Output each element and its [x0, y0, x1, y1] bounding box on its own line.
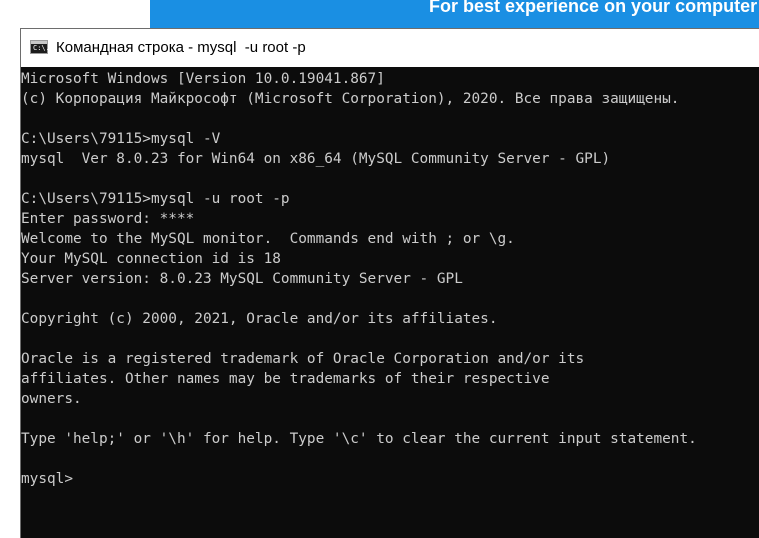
console-line: Oracle is a registered trademark of Orac…	[21, 351, 585, 367]
promo-banner: For best experience on your computer	[150, 0, 759, 28]
command-prompt-window[interactable]: C:\. Командная строка - mysql -u root -p…	[20, 28, 759, 538]
banner-text: For best experience on your computer	[429, 0, 758, 16]
console-line: Type 'help;' or '\h' for help. Type '\c'…	[21, 431, 697, 447]
console-line: Server version: 8.0.23 MySQL Community S…	[21, 271, 463, 287]
console-line: affiliates. Other names may be trademark…	[21, 371, 550, 387]
console-line: C:\Users\79115>mysql -u root -p	[21, 191, 290, 207]
console-output[interactable]: Microsoft Windows [Version 10.0.19041.86…	[21, 67, 759, 538]
console-line: Microsoft Windows [Version 10.0.19041.86…	[21, 71, 385, 87]
mysql-prompt[interactable]: mysql>	[21, 469, 73, 489]
console-line: (c) Корпорация Майкрософт (Microsoft Cor…	[21, 91, 680, 107]
console-line: Your MySQL connection id is 18	[21, 251, 281, 267]
console-line: Welcome to the MySQL monitor. Commands e…	[21, 231, 515, 247]
cmd-icon-glyph: C:\.	[33, 44, 50, 52]
console-line: owners.	[21, 391, 82, 407]
title-bar[interactable]: C:\. Командная строка - mysql -u root -p	[21, 29, 759, 67]
cmd-icon[interactable]: C:\.	[30, 40, 50, 54]
console-line: Copyright (c) 2000, 2021, Oracle and/or …	[21, 311, 498, 327]
console-line: Enter password: ****	[21, 211, 195, 227]
window-title: Командная строка - mysql -u root -p	[56, 39, 306, 56]
console-line: C:\Users\79115>mysql -V	[21, 131, 221, 147]
console-line: mysql Ver 8.0.23 for Win64 on x86_64 (My…	[21, 151, 611, 167]
